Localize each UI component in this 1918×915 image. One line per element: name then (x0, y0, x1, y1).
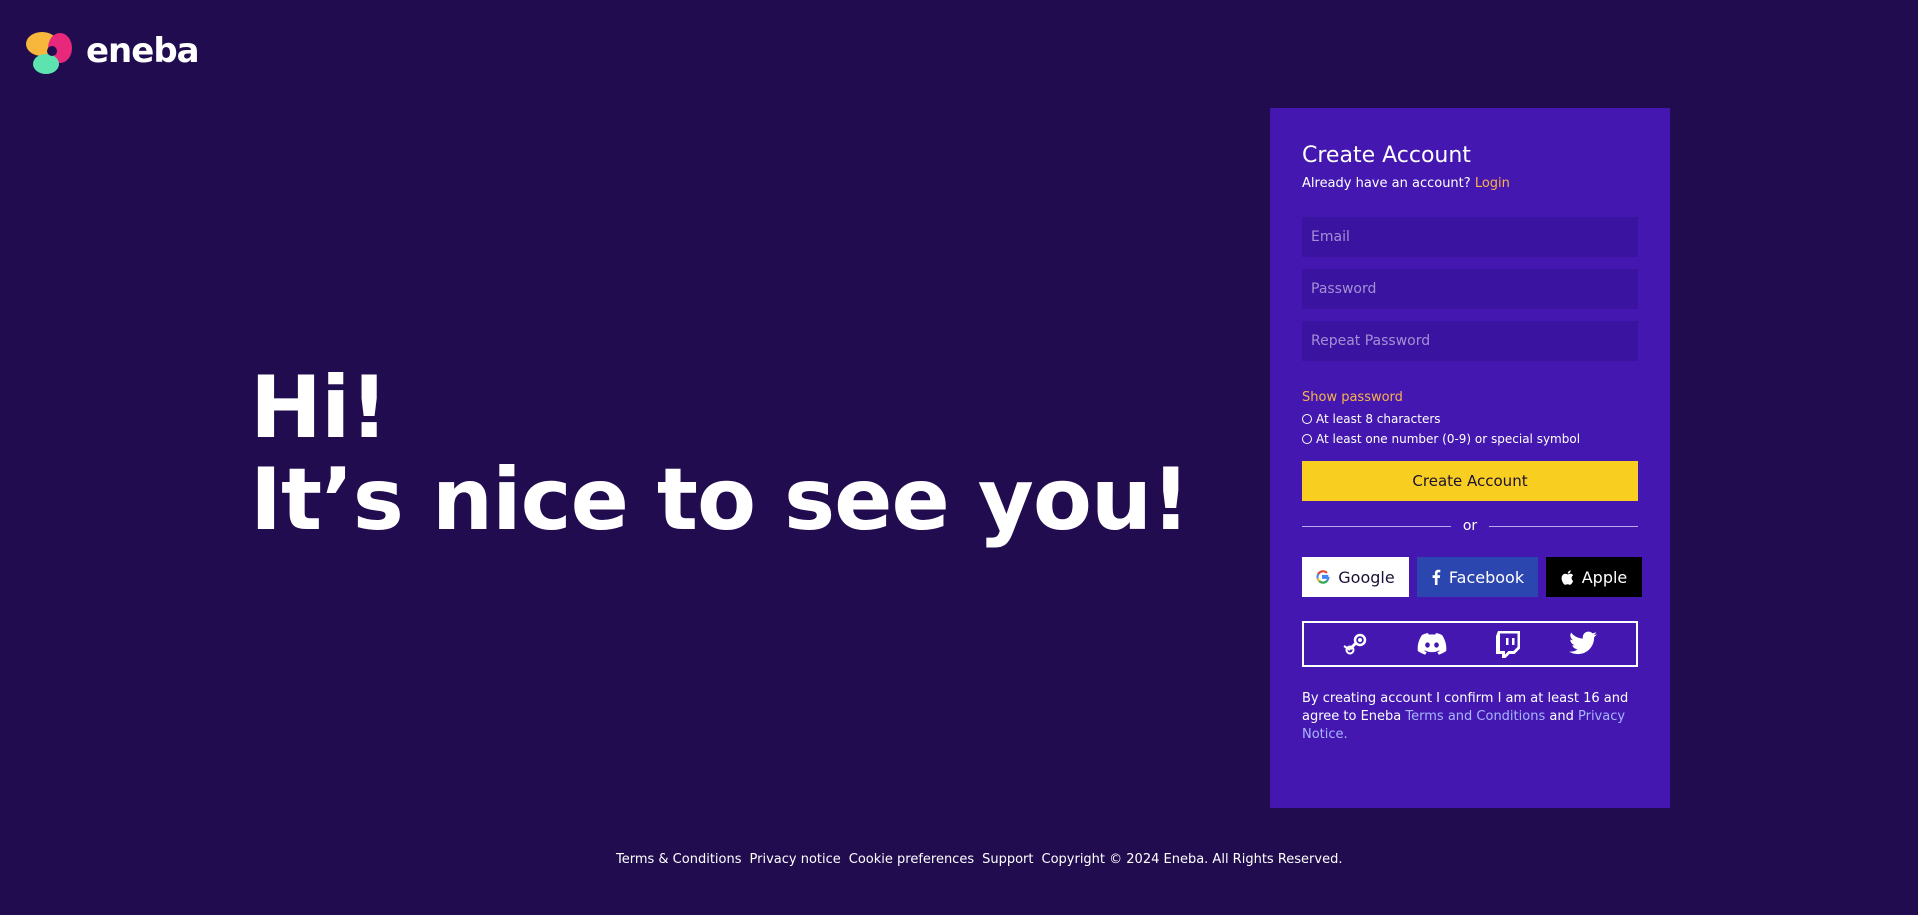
already-have-account: Already have an account? Login (1302, 176, 1510, 191)
discord-icon (1417, 633, 1447, 655)
panel-content: Create Account Already have an account? … (1270, 0, 1670, 915)
divider-line (1489, 525, 1639, 527)
legal-and: and (1549, 709, 1574, 724)
twitch-icon (1495, 631, 1520, 658)
repeat-password-field[interactable] (1302, 321, 1638, 361)
facebook-label: Facebook (1448, 567, 1525, 587)
login-link[interactable]: Login (1475, 176, 1510, 191)
rule-text: At least 8 characters (1316, 412, 1441, 426)
or-label: or (1462, 518, 1478, 534)
apple-login-button[interactable]: Apple (1546, 557, 1642, 597)
twitter-icon (1569, 631, 1598, 655)
create-account-button[interactable]: Create Account (1302, 461, 1638, 501)
footer: Terms & Conditions Privacy notice Cookie… (616, 852, 1342, 867)
eneba-logo[interactable]: eneba (22, 24, 200, 78)
rule-indicator-icon (1302, 434, 1312, 444)
google-login-button[interactable]: Google (1302, 557, 1409, 597)
or-divider: or (1302, 518, 1639, 534)
facebook-icon (1432, 569, 1441, 585)
email-field[interactable] (1302, 217, 1638, 257)
footer-terms-link[interactable]: Terms & Conditions (616, 852, 742, 867)
show-password-toggle[interactable]: Show password (1302, 390, 1403, 405)
terms-link[interactable]: Terms and Conditions (1405, 709, 1545, 724)
eneba-logo-icon (26, 32, 72, 74)
steam-login-button[interactable] (1342, 630, 1370, 658)
divider-line (1302, 525, 1451, 527)
hero-heading: Hi! It’s nice to see you! (250, 358, 1190, 550)
password-rule-symbol: At least one number (0-9) or special sym… (1302, 432, 1580, 446)
legal-notice: By creating account I confirm I am at le… (1302, 690, 1638, 744)
discord-login-button[interactable] (1417, 632, 1447, 656)
google-label: Google (1338, 567, 1395, 587)
brand-name: eneba (86, 31, 200, 71)
copyright: Copyright © 2024 Eneba. All Rights Reser… (1041, 852, 1343, 867)
other-login-options (1302, 621, 1638, 667)
form-title: Create Account (1302, 143, 1471, 168)
twitch-login-button[interactable] (1495, 630, 1521, 658)
facebook-login-button[interactable]: Facebook (1417, 557, 1538, 597)
rule-indicator-icon (1302, 414, 1312, 424)
hero-line-1: Hi! (250, 358, 389, 458)
rule-text: At least one number (0-9) or special sym… (1316, 432, 1581, 446)
google-icon (1316, 570, 1330, 584)
password-field[interactable] (1302, 269, 1638, 309)
apple-label: Apple (1581, 567, 1628, 587)
steam-icon (1343, 633, 1366, 655)
already-text: Already have an account? (1302, 176, 1471, 191)
footer-support-link[interactable]: Support (982, 852, 1033, 867)
footer-privacy-link[interactable]: Privacy notice (750, 852, 841, 867)
twitter-login-button[interactable] (1568, 631, 1598, 657)
apple-icon (1561, 569, 1573, 585)
hero-line-2: It’s nice to see you! (250, 450, 1190, 550)
password-rule-length: At least 8 characters (1302, 412, 1441, 426)
footer-cookie-link[interactable]: Cookie preferences (849, 852, 974, 867)
